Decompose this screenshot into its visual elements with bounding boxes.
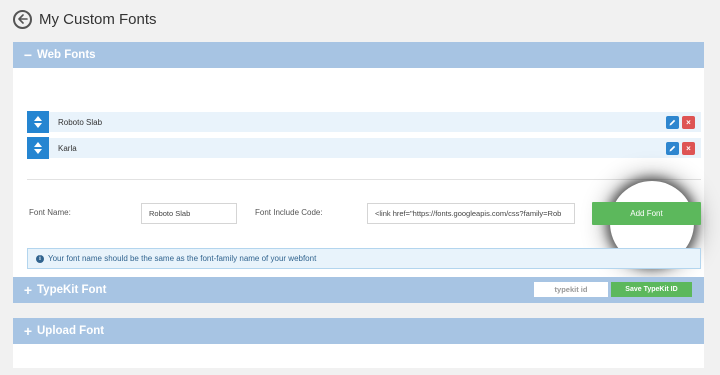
web-fonts-title: Web Fonts (37, 49, 96, 61)
edit-pencil-icon[interactable] (666, 142, 679, 155)
delete-x-icon[interactable]: × (682, 142, 695, 155)
typekit-panel: + TypeKit Font typekit id Save TypeKit I… (13, 277, 704, 303)
drag-handle-icon[interactable] (27, 111, 49, 133)
typekit-header[interactable]: + TypeKit Font typekit id Save TypeKit I… (13, 277, 704, 303)
info-notice-text: Your font name should be the same as the… (48, 254, 317, 263)
divider (27, 179, 701, 180)
delete-x-icon[interactable]: × (682, 116, 695, 129)
typekit-title: TypeKit Font (37, 284, 107, 296)
upload-title: Upload Font (37, 325, 105, 337)
font-name-input[interactable]: Roboto Slab (141, 203, 237, 224)
web-fonts-header[interactable]: − Web Fonts (13, 42, 704, 68)
drag-handle-icon[interactable] (27, 137, 49, 159)
font-name-label: Karla (58, 143, 77, 153)
page-header: My Custom Fonts (13, 8, 157, 30)
upload-body (13, 344, 704, 368)
font-list-item: Karla × (27, 137, 701, 159)
web-fonts-panel: − Web Fonts Roboto Slab × Karla × Font N… (13, 42, 704, 286)
expand-icon: + (23, 323, 33, 339)
collapse-icon: − (23, 47, 33, 63)
save-typekit-id-button[interactable]: Save TypeKit ID (611, 282, 692, 297)
font-include-code-label: Font Include Code: (255, 208, 323, 217)
web-fonts-body: Roboto Slab × Karla × Font Name: Roboto … (13, 68, 704, 286)
back-arrow-icon[interactable] (13, 9, 32, 29)
font-name-label: Roboto Slab (58, 117, 103, 127)
font-name-label: Font Name: (29, 208, 71, 217)
font-list-item: Roboto Slab × (27, 111, 701, 133)
font-include-code-input[interactable]: <link href="https://fonts.googleapis.com… (367, 203, 575, 224)
expand-icon: + (23, 282, 33, 298)
page-title: My Custom Fonts (39, 10, 157, 28)
add-font-button[interactable]: Add Font (592, 202, 701, 225)
upload-panel: + Upload Font (13, 318, 704, 368)
edit-pencil-icon[interactable] (666, 116, 679, 129)
upload-header[interactable]: + Upload Font (13, 318, 704, 344)
info-circle-icon: i (36, 254, 44, 263)
info-notice: i Your font name should be the same as t… (27, 248, 701, 269)
typekit-id-input[interactable]: typekit id (534, 282, 608, 297)
